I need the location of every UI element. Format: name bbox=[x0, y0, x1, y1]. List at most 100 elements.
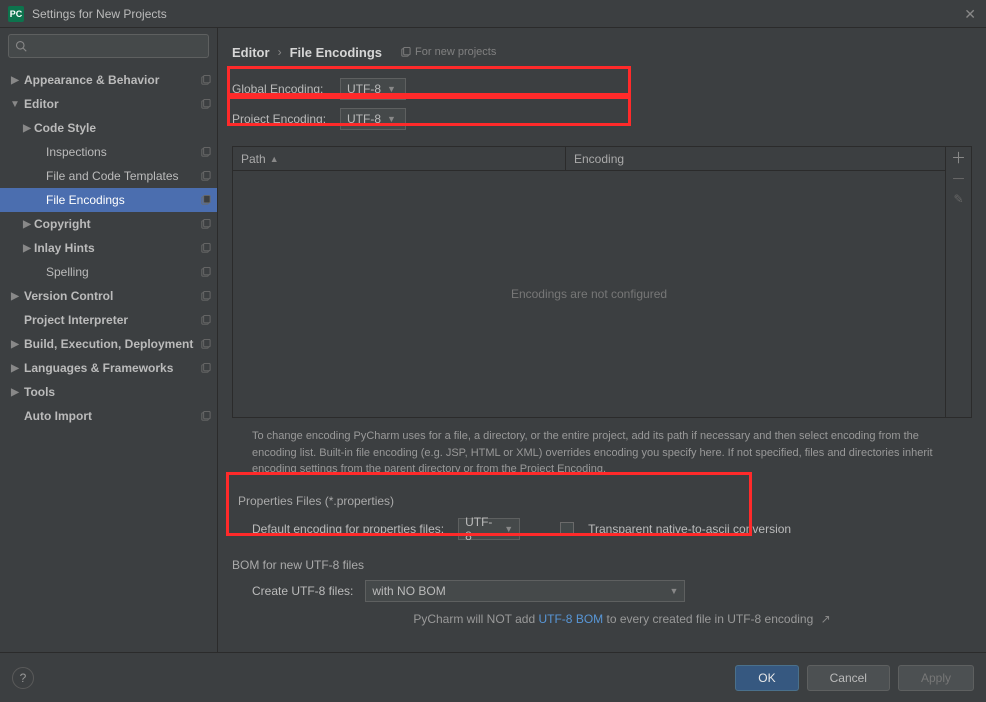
column-header-path[interactable]: Path ▲ bbox=[233, 147, 566, 170]
copy-icon bbox=[200, 411, 211, 422]
encodings-table: Path ▲ Encoding Encodings are not config… bbox=[232, 146, 972, 418]
chevron-right-icon: ▶ bbox=[22, 123, 32, 134]
transparent-ascii-label: Transparent native-to-ascii conversion bbox=[588, 522, 791, 536]
for-new-projects-tag: For new projects bbox=[400, 46, 496, 58]
global-encoding-dropdown[interactable]: UTF-8 ▼ bbox=[340, 78, 406, 100]
copy-icon bbox=[200, 147, 211, 158]
sidebar-item-label: Auto Import bbox=[24, 409, 92, 423]
copy-icon bbox=[200, 267, 211, 278]
global-encoding-row: Global Encoding: UTF-8 ▼ bbox=[232, 74, 972, 104]
copy-icon bbox=[200, 315, 211, 326]
sidebar-item-spelling[interactable]: Spelling bbox=[0, 260, 217, 284]
chevron-down-icon: ▼ bbox=[504, 524, 513, 534]
ok-button[interactable]: OK bbox=[735, 665, 798, 691]
copy-icon bbox=[200, 171, 211, 182]
help-button[interactable]: ? bbox=[12, 667, 34, 689]
copy-icon bbox=[200, 243, 211, 254]
sidebar-item-label: Code Style bbox=[34, 121, 96, 135]
sidebar-item-label: File Encodings bbox=[46, 193, 125, 207]
sidebar-item-inlay-hints[interactable]: ▶Inlay Hints bbox=[0, 236, 217, 260]
sidebar-item-label: Version Control bbox=[24, 289, 113, 303]
breadcrumb-file-encodings: File Encodings bbox=[290, 45, 382, 60]
window-title: Settings for New Projects bbox=[32, 7, 167, 21]
sidebar-item-inspections[interactable]: Inspections bbox=[0, 140, 217, 164]
edit-icon[interactable]: ✎ bbox=[953, 193, 963, 205]
sidebar-item-label: Project Interpreter bbox=[24, 313, 128, 327]
chevron-down-icon: ▼ bbox=[387, 114, 396, 124]
sidebar-item-code-style[interactable]: ▶Code Style bbox=[0, 116, 217, 140]
bom-section-title: BOM for new UTF-8 files bbox=[232, 558, 972, 572]
properties-section-title: Properties Files (*.properties) bbox=[232, 494, 972, 508]
add-icon[interactable]: ＋ bbox=[951, 151, 966, 166]
transparent-ascii-checkbox[interactable] bbox=[560, 522, 574, 536]
global-encoding-label: Global Encoding: bbox=[232, 82, 332, 96]
help-text: To change encoding PyCharm uses for a fi… bbox=[232, 418, 972, 488]
chevron-down-icon: ▼ bbox=[10, 99, 20, 110]
content-area: Editor › File Encodings For new projects… bbox=[218, 28, 986, 652]
chevron-right-icon: ▶ bbox=[10, 387, 20, 398]
project-encoding-row: Project Encoding: UTF-8 ▼ bbox=[232, 104, 972, 134]
sidebar-item-copyright[interactable]: ▶Copyright bbox=[0, 212, 217, 236]
sidebar-item-label: Spelling bbox=[46, 265, 89, 279]
chevron-right-icon: ▶ bbox=[22, 243, 32, 254]
copy-icon bbox=[200, 219, 211, 230]
search-input[interactable] bbox=[8, 34, 209, 58]
sidebar-item-project-interpreter[interactable]: Project Interpreter bbox=[0, 308, 217, 332]
sidebar-item-languages-frameworks[interactable]: ▶ Languages & Frameworks bbox=[0, 356, 217, 380]
remove-icon[interactable]: － bbox=[951, 172, 966, 187]
sidebar-item-label: Build, Execution, Deployment bbox=[24, 337, 193, 351]
bom-hint: PyCharm will NOT add UTF-8 BOM to every … bbox=[232, 608, 972, 626]
dialog-footer: ? OK Cancel Apply bbox=[0, 652, 986, 702]
project-encoding-dropdown[interactable]: UTF-8 ▼ bbox=[340, 108, 406, 130]
copy-icon bbox=[200, 75, 211, 86]
copy-icon bbox=[400, 47, 411, 58]
sidebar-item-build-execution-deployment[interactable]: ▶ Build, Execution, Deployment bbox=[0, 332, 217, 356]
breadcrumb-editor[interactable]: Editor bbox=[232, 45, 270, 60]
sidebar-item-appearance-behavior[interactable]: ▶ Appearance & Behavior bbox=[0, 68, 217, 92]
sidebar-item-editor[interactable]: ▼ Editor bbox=[0, 92, 217, 116]
breadcrumb: Editor › File Encodings For new projects bbox=[232, 38, 972, 66]
properties-encoding-dropdown[interactable]: UTF-8 ▼ bbox=[458, 518, 520, 540]
search-icon bbox=[15, 40, 27, 52]
properties-encoding-label: Default encoding for properties files: bbox=[252, 522, 444, 536]
sidebar-item-label: Inlay Hints bbox=[34, 241, 95, 255]
create-utf8-dropdown[interactable]: with NO BOM ▼ bbox=[365, 580, 685, 602]
app-icon: PC bbox=[8, 6, 24, 22]
copy-icon bbox=[200, 339, 211, 350]
settings-tree: ▶Appearance & Behavior▼Editor▶Code Style… bbox=[0, 64, 217, 652]
chevron-down-icon: ▼ bbox=[387, 84, 396, 94]
external-link-icon: ↗ bbox=[821, 612, 831, 626]
sidebar-item-tools[interactable]: ▶ Tools bbox=[0, 380, 217, 404]
chevron-right-icon: ▶ bbox=[10, 291, 20, 302]
column-header-encoding[interactable]: Encoding bbox=[566, 147, 945, 170]
cancel-button[interactable]: Cancel bbox=[807, 665, 890, 691]
sidebar: ▶Appearance & Behavior▼Editor▶Code Style… bbox=[0, 28, 218, 652]
table-empty-message: Encodings are not configured bbox=[233, 171, 945, 417]
chevron-right-icon: ▶ bbox=[22, 219, 32, 230]
sort-asc-icon: ▲ bbox=[270, 154, 279, 164]
sidebar-item-auto-import[interactable]: Auto Import bbox=[0, 404, 217, 428]
sidebar-item-file-encodings[interactable]: File Encodings bbox=[0, 188, 217, 212]
copy-icon bbox=[200, 99, 211, 110]
sidebar-item-label: Editor bbox=[24, 97, 59, 111]
copy-icon bbox=[200, 363, 211, 374]
sidebar-item-label: Copyright bbox=[34, 217, 91, 231]
sidebar-item-label: Tools bbox=[24, 385, 55, 399]
titlebar: PC Settings for New Projects ✕ bbox=[0, 0, 986, 28]
chevron-right-icon: ▶ bbox=[10, 75, 20, 86]
sidebar-item-label: File and Code Templates bbox=[46, 169, 179, 183]
apply-button[interactable]: Apply bbox=[898, 665, 974, 691]
sidebar-item-label: Appearance & Behavior bbox=[24, 73, 159, 87]
utf8-bom-link[interactable]: UTF-8 BOM bbox=[538, 612, 603, 626]
chevron-right-icon: ▶ bbox=[10, 363, 20, 374]
create-utf8-label: Create UTF-8 files: bbox=[252, 584, 353, 598]
copy-icon bbox=[200, 195, 211, 206]
chevron-right-icon: ▶ bbox=[10, 339, 20, 350]
close-icon[interactable]: ✕ bbox=[964, 6, 976, 23]
copy-icon bbox=[200, 291, 211, 302]
sidebar-item-version-control[interactable]: ▶ Version Control bbox=[0, 284, 217, 308]
sidebar-item-label: Languages & Frameworks bbox=[24, 361, 173, 375]
sidebar-item-file-and-code-templates[interactable]: File and Code Templates bbox=[0, 164, 217, 188]
chevron-down-icon: ▼ bbox=[669, 586, 678, 596]
chevron-right-icon: › bbox=[278, 45, 282, 59]
